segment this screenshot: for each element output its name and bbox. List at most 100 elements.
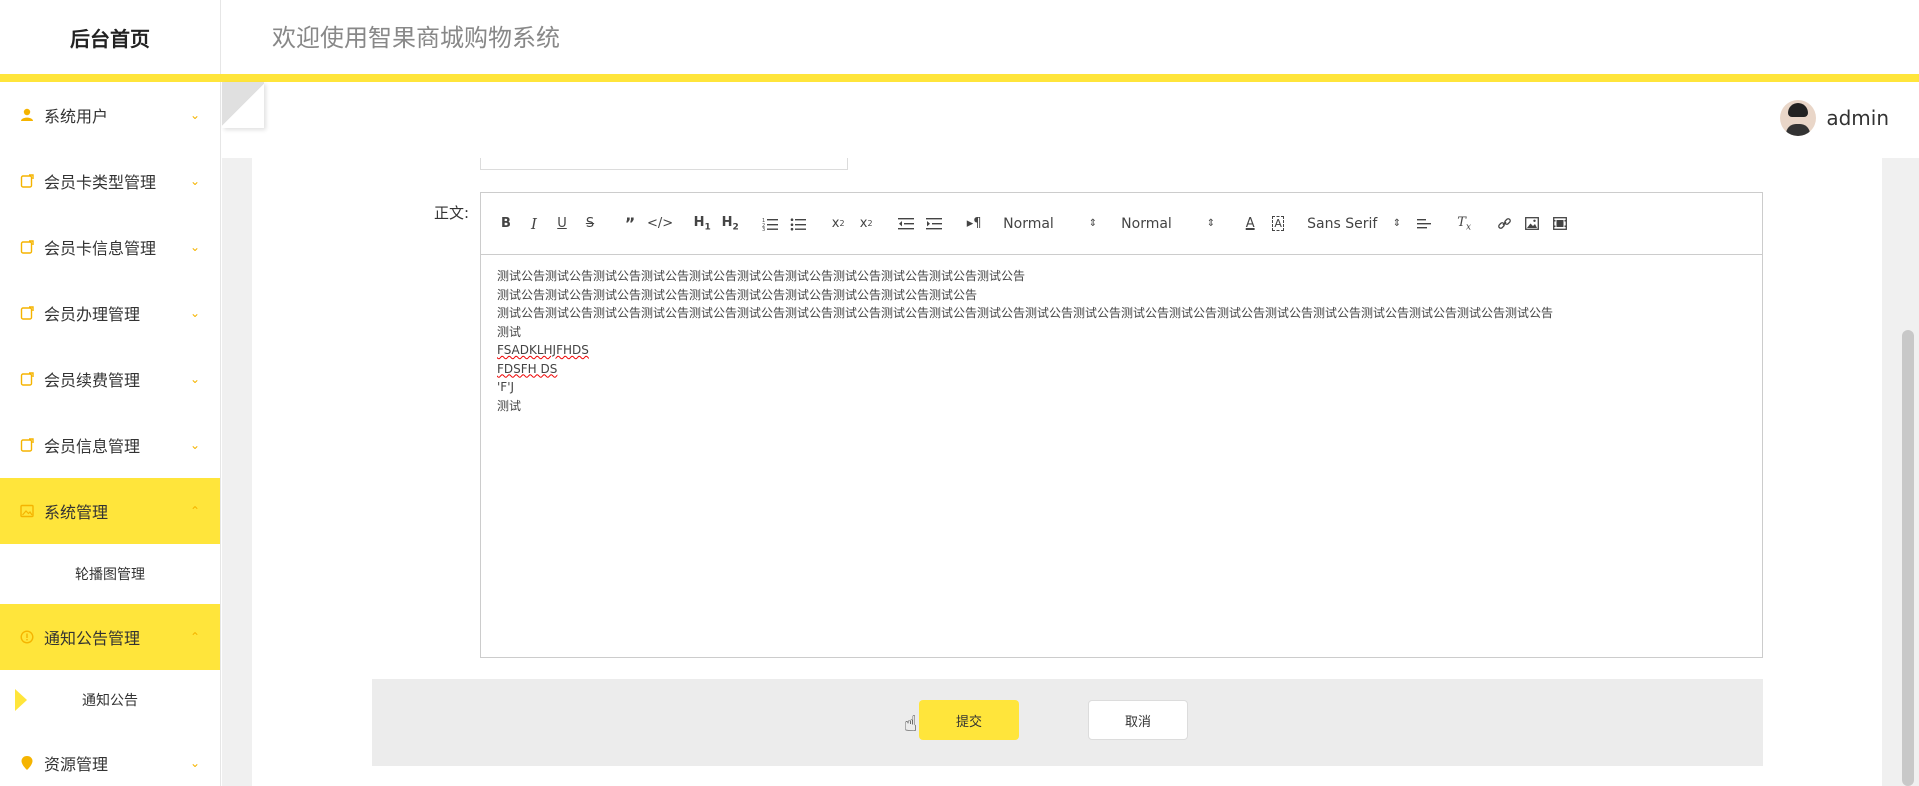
select-arrows-icon: ⇕ <box>1088 218 1098 229</box>
sidebar-item-resources[interactable]: 资源管理 ⌄ <box>0 730 220 786</box>
text-color-icon[interactable]: A <box>1239 213 1261 235</box>
user-menu[interactable]: admin <box>1780 100 1889 136</box>
user-icon <box>18 106 36 124</box>
sidebar-toggle-icon[interactable] <box>222 82 264 128</box>
header-select-value: Normal <box>1003 215 1054 232</box>
background-color-icon[interactable]: A <box>1267 213 1289 235</box>
header-accent-bar <box>0 74 1919 82</box>
sidebar-item-member-info[interactable]: 会员信息管理 ⌄ <box>0 412 220 478</box>
indent-icon[interactable] <box>923 213 945 235</box>
active-indicator-arrow <box>15 689 27 711</box>
doc-icon <box>18 436 36 454</box>
content-line: 'F'J <box>497 380 515 394</box>
form-panel: 正文: B I U S ” </> H1 H2 123 x2 x2 ▸¶ Nor… <box>252 158 1882 786</box>
sidebar-item-renewal[interactable]: 会员续费管理 ⌄ <box>0 346 220 412</box>
content-line: 测试公告测试公告测试公告测试公告测试公告测试公告测试公告测试公告测试公告测试公告… <box>497 306 1554 320</box>
brand-home-link[interactable]: 后台首页 <box>0 0 221 74</box>
cancel-button[interactable]: 取消 <box>1088 700 1188 740</box>
image-insert-icon[interactable] <box>1521 213 1543 235</box>
sidebar-item-label: 资源管理 <box>44 755 109 774</box>
editor-toolbar: B I U S ” </> H1 H2 123 x2 x2 ▸¶ Normal … <box>481 193 1762 255</box>
doc-icon <box>18 238 36 256</box>
doc-icon <box>18 304 36 322</box>
rich-text-editor: B I U S ” </> H1 H2 123 x2 x2 ▸¶ Normal … <box>480 192 1763 658</box>
sidebar: 系统用户 ⌄ 会员卡类型管理 ⌄ 会员卡信息管理 ⌄ 会员办理管理 ⌄ 会员续费… <box>0 82 221 786</box>
header-select[interactable]: Normal ⇕ <box>1003 213 1103 235</box>
outdent-icon[interactable] <box>895 213 917 235</box>
sidebar-subitem-carousel[interactable]: 轮播图管理 <box>0 544 220 604</box>
sidebar-item-label: 通知公告管理 <box>44 629 141 648</box>
sidebar-item-label: 会员办理管理 <box>44 305 141 324</box>
chevron-down-icon: ⌄ <box>189 372 200 386</box>
sidebar-item-card-info[interactable]: 会员卡信息管理 ⌄ <box>0 214 220 280</box>
doc-icon <box>18 172 36 190</box>
info-icon <box>18 628 36 646</box>
content-line: 测试 <box>497 398 522 413</box>
chevron-down-icon: ⌄ <box>189 240 200 254</box>
submit-button[interactable]: 提交 <box>919 700 1019 740</box>
select-arrows-icon: ⇕ <box>1206 218 1216 229</box>
bold-icon[interactable]: B <box>495 213 517 235</box>
sidebar-item-system-management[interactable]: 系统管理 ⌃ <box>0 478 220 544</box>
content-line: 测试公告测试公告测试公告测试公告测试公告测试公告测试公告测试公告测试公告测试公告 <box>497 287 978 302</box>
chevron-down-icon: ⌄ <box>189 108 200 122</box>
chevron-down-icon: ⌄ <box>189 438 200 452</box>
select-arrows-icon: ⇕ <box>1392 218 1402 229</box>
chevron-down-icon: ⌄ <box>189 174 200 188</box>
sidebar-item-system-users[interactable]: 系统用户 ⌄ <box>0 82 220 148</box>
main-area: admin 正文: B I U S ” </> H1 H2 123 x2 x 2… <box>222 82 1919 786</box>
previous-field-input[interactable] <box>480 158 848 170</box>
sidebar-subitem-notice[interactable]: 通知公告 <box>0 670 220 730</box>
sidebar-item-label: 会员卡信息管理 <box>44 239 157 258</box>
chevron-down-icon: ⌄ <box>189 756 200 770</box>
body-label: 正文: <box>434 204 470 222</box>
superscript-icon[interactable]: x2 <box>855 213 877 235</box>
video-insert-icon[interactable] <box>1549 213 1571 235</box>
image-icon <box>18 502 36 520</box>
sidebar-item-label: 会员卡类型管理 <box>44 173 157 192</box>
subscript-icon[interactable]: x2 <box>827 213 849 235</box>
underline-icon[interactable]: U <box>551 213 573 235</box>
scrollbar-thumb[interactable] <box>1902 330 1914 786</box>
username: admin <box>1826 106 1889 130</box>
content-line: FDSFH DS <box>497 361 558 376</box>
content-line: 测试公告测试公告测试公告测试公告测试公告测试公告测试公告测试公告测试公告测试公告… <box>497 269 1026 283</box>
sidebar-item-notice-management[interactable]: 通知公告管理 ⌃ <box>0 604 220 670</box>
blockquote-icon[interactable]: ” <box>619 213 641 235</box>
content-line: FSADKLHJFHDS <box>497 343 589 357</box>
bullet-list-icon[interactable] <box>787 213 809 235</box>
text-direction-icon[interactable]: ▸¶ <box>963 213 985 235</box>
align-icon[interactable] <box>1413 213 1435 235</box>
avatar[interactable] <box>1780 100 1817 136</box>
font-select[interactable]: Sans Serif ⇕ <box>1307 213 1407 235</box>
welcome-title: 欢迎使用智果商城购物系统 <box>272 24 560 52</box>
heading-1-icon[interactable]: H1 <box>691 213 713 235</box>
sidebar-item-label: 会员续费管理 <box>44 371 141 390</box>
sidebar-item-card-type[interactable]: 会员卡类型管理 ⌄ <box>0 148 220 214</box>
code-block-icon[interactable]: </> <box>647 213 673 235</box>
sidebar-item-membership[interactable]: 会员办理管理 ⌄ <box>0 280 220 346</box>
content-topbar: admin <box>222 82 1919 158</box>
size-select[interactable]: Normal ⇕ <box>1121 213 1221 235</box>
sidebar-item-label: 系统用户 <box>44 107 109 126</box>
chevron-down-icon: ⌄ <box>189 306 200 320</box>
size-select-value: Normal <box>1121 215 1172 232</box>
form-actions: 提交 取消 ☝ <box>372 679 1763 766</box>
editor-content[interactable]: 测试公告测试公告测试公告测试公告测试公告测试公告测试公告测试公告测试公告测试公告… <box>481 255 1762 427</box>
sidebar-subitem-label: 轮播图管理 <box>75 567 145 583</box>
sidebar-item-label: 系统管理 <box>44 503 109 522</box>
chevron-up-icon: ⌃ <box>189 630 200 644</box>
strikethrough-icon[interactable]: S <box>579 213 601 235</box>
hand-cursor-icon: ☝ <box>904 712 918 737</box>
svg-text:3: 3 <box>762 227 765 231</box>
clear-format-icon[interactable]: Tx <box>1453 213 1475 235</box>
location-icon <box>18 754 36 772</box>
page-scrollbar[interactable] <box>1897 158 1919 786</box>
link-icon[interactable] <box>1493 213 1515 235</box>
ordered-list-icon[interactable]: 123 <box>759 213 781 235</box>
font-select-value: Sans Serif <box>1307 215 1378 232</box>
sidebar-item-label: 会员信息管理 <box>44 437 141 456</box>
heading-2-icon[interactable]: H2 <box>719 213 741 235</box>
chevron-up-icon: ⌃ <box>189 504 200 518</box>
italic-icon[interactable]: I <box>523 213 545 235</box>
